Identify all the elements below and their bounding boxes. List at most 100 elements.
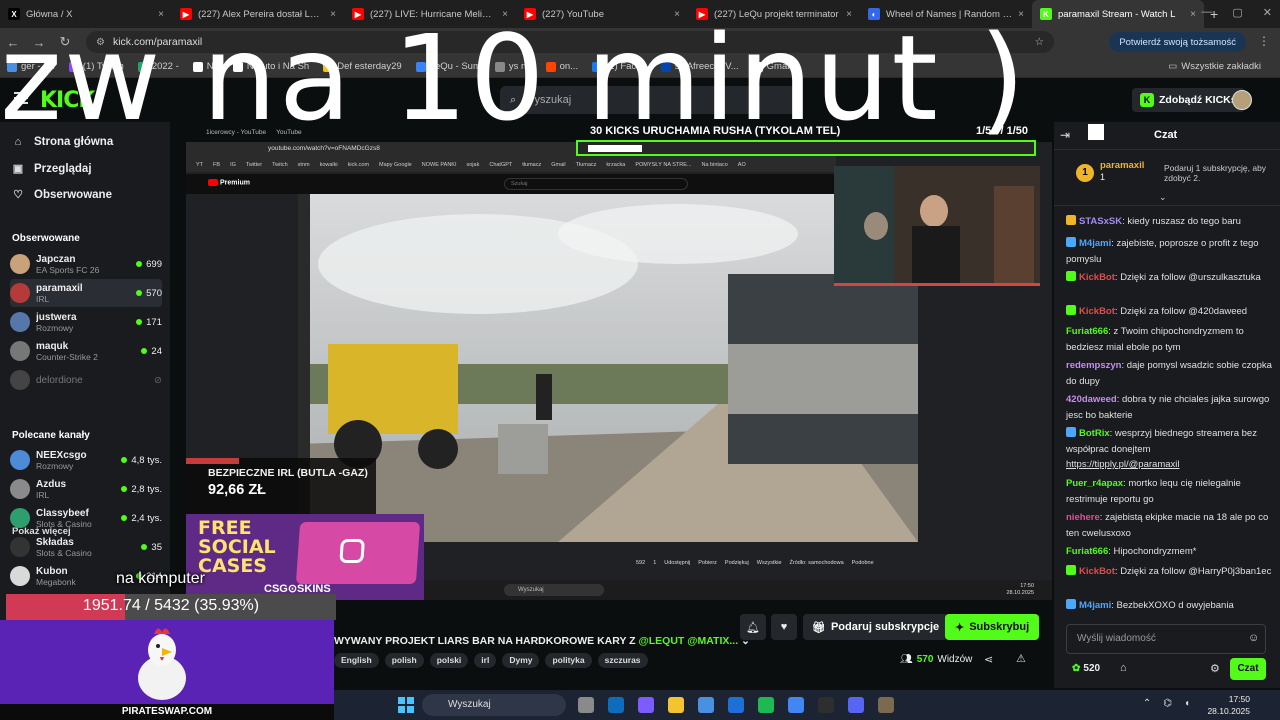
bookmark-item[interactable]: (1) Twitch [62, 61, 131, 72]
stream-tag[interactable]: szczuras [597, 653, 648, 668]
subscribe-button[interactable]: ✦ Subskrybuj [945, 614, 1040, 640]
sidebar-channel[interactable]: Azdus IRL 2,8 tys. [10, 475, 162, 503]
chat-username[interactable]: redempszyn [1066, 360, 1121, 371]
back-icon[interactable]: ← [0, 35, 26, 50]
sidebar-channel[interactable]: justwera Rozmowy 171 [10, 308, 162, 336]
close-icon[interactable]: × [1190, 9, 1196, 20]
hamburger-menu-icon[interactable] [14, 92, 28, 104]
sidebar-channel[interactable]: maquk Counter-Strike 2 24 [10, 337, 162, 365]
taskbar-clock[interactable]: 17:50 28.10.2025 [1207, 693, 1250, 717]
close-icon[interactable]: × [846, 9, 852, 20]
sidebar-channel[interactable]: NEEXcsgo Rozmowy 4,8 tys. [10, 446, 162, 474]
chat-username[interactable]: niehere [1066, 512, 1100, 523]
taskbar-app-icon[interactable] [638, 697, 654, 713]
sidebar-channel[interactable]: Classybeef Slots & Casino 2,4 tys. [10, 504, 162, 532]
bookmark-item[interactable]: (1) Faceb [585, 61, 654, 72]
stream-tag[interactable]: polityka [545, 653, 592, 668]
reload-icon[interactable]: ↻ [52, 34, 78, 50]
taskbar-app-icon[interactable] [788, 697, 804, 713]
taskbar-app-icon[interactable] [608, 697, 624, 713]
taskbar-app-icon[interactable] [698, 697, 714, 713]
user-avatar[interactable] [1232, 90, 1252, 110]
sidebar-channel[interactable]: paramaxil IRL 570 [10, 279, 162, 307]
chat-username[interactable]: KickBot [1079, 566, 1115, 577]
bookmark-item[interactable]: s | AfreecaTV... [654, 61, 746, 72]
chat-username[interactable]: M4jami [1079, 238, 1111, 249]
browser-tab[interactable]: X Główna / X × [0, 0, 172, 28]
chevron-down-icon[interactable]: ⌄ [1159, 192, 1167, 203]
browser-tab[interactable]: Kparamaxil Stream - Watch L × [1032, 0, 1204, 28]
close-icon[interactable]: × [158, 9, 164, 20]
chat-username[interactable]: BotRix [1079, 428, 1110, 439]
chat-username[interactable]: Furiat666 [1066, 546, 1108, 557]
bookmark-item[interactable]: Na [186, 61, 226, 72]
nav-browse[interactable]: ▣ Przeglądaj [12, 162, 92, 176]
close-icon[interactable]: × [330, 9, 336, 20]
bookmark-item[interactable]: ger - Su [0, 61, 62, 72]
windows-start-icon[interactable] [398, 697, 414, 713]
stream-tag[interactable]: polish [384, 653, 424, 668]
bookmark-item[interactable]: on... [539, 61, 586, 72]
taskbar-app-icon[interactable] [848, 697, 864, 713]
follow-heart-button[interactable]: ♥ [771, 614, 797, 640]
forward-icon[interactable]: → [26, 35, 52, 50]
url-field[interactable]: ⚙ kick.com/paramaxil ☆ [86, 31, 1054, 53]
close-icon[interactable]: × [502, 9, 508, 20]
nav-following[interactable]: ♡ Obserwowane [12, 188, 112, 202]
kick-logo[interactable]: KICK [40, 88, 95, 113]
bookmark-item[interactable]: ys na [488, 61, 539, 72]
store-icon[interactable]: ⌂ [1120, 662, 1127, 674]
chat-username[interactable]: Puer_r4apax [1066, 478, 1123, 489]
chat-send-button[interactable]: Czat [1230, 658, 1266, 680]
chat-username[interactable]: KickBot [1079, 272, 1115, 283]
search-input[interactable]: ⌕ Wyszukaj [500, 86, 800, 114]
stream-tag[interactable]: English [334, 653, 379, 668]
chevron-up-icon[interactable]: ⌃ [1143, 698, 1151, 709]
bookmark-star-icon[interactable]: ☆ [1035, 36, 1044, 48]
bookmark-item[interactable]: 2022 - [131, 61, 186, 72]
stream-tag[interactable]: polski [429, 653, 469, 668]
chat-username[interactable]: M4jami [1079, 600, 1111, 610]
chat-username[interactable]: 420daweed [1066, 394, 1117, 405]
chat-username[interactable]: KickBot [1079, 306, 1115, 317]
taskbar-app-icon[interactable] [818, 697, 834, 713]
bookmark-item[interactable]: Naruto i Na Sh [226, 61, 316, 72]
stream-title-mention[interactable]: @MATIX... [687, 635, 738, 647]
window-control-icon[interactable]: — [1201, 6, 1212, 19]
stream-title-mention[interactable]: @LEQUT [639, 635, 685, 647]
browser-tab[interactable]: ▶ (227) YouTube × [516, 0, 688, 28]
window-control-icon[interactable]: ✕ [1263, 6, 1272, 19]
chat-link[interactable]: https://tipply.pl/@paramaxil [1066, 459, 1180, 470]
network-icon[interactable]: ⌬ [1163, 698, 1172, 709]
get-kicks-button[interactable]: K Zdobądź KICKs [1132, 88, 1245, 112]
bookmark-item[interactable]: Gmail [746, 61, 799, 72]
pinned-user[interactable]: paramaxil [1100, 160, 1144, 171]
taskbar-app-icon[interactable] [758, 697, 774, 713]
emoji-icon[interactable]: ☺ [1248, 632, 1259, 644]
site-info-icon[interactable]: ⚙ [96, 37, 105, 48]
channel-points[interactable]: ✿ 520 [1072, 663, 1100, 674]
chat-input[interactable]: Wyślij wiadomość [1066, 624, 1266, 654]
window-control-icon[interactable]: ▢ [1232, 6, 1242, 19]
sidebar-channel[interactable]: delordione ⊘ [10, 366, 162, 394]
close-icon[interactable]: × [1018, 9, 1024, 20]
chat-username[interactable]: STASxSK [1079, 216, 1122, 227]
gift-sub-button[interactable]: 🎁︎ Podaruj subskrypcje [803, 614, 949, 640]
sidebar-channel[interactable]: Składas Slots & Casino 35 [10, 533, 162, 561]
taskbar-search[interactable]: Wyszukaj [422, 694, 566, 716]
taskbar-app-icon[interactable] [668, 697, 684, 713]
browser-tab[interactable]: ◐ Wheel of Names | Random nam × [860, 0, 1032, 28]
browser-tab[interactable]: ▶ (227) LeQu projekt terminator × [688, 0, 860, 28]
taskbar-app-icon[interactable] [578, 697, 594, 713]
report-icon[interactable]: ⚠ [1016, 652, 1026, 665]
chevron-down-icon[interactable]: ⌄ [741, 635, 750, 647]
all-bookmarks[interactable]: ▭ Wszystkie zakładki [1161, 61, 1268, 72]
stream-tag[interactable]: irl [474, 653, 497, 668]
browser-tab[interactable]: ▶ (227) Alex Pereira dostał LEKCJĘ × [172, 0, 344, 28]
gear-icon[interactable]: ⚙ [1210, 662, 1220, 675]
nav-home[interactable]: ⌂ Strona główna [12, 136, 114, 148]
bookmark-item[interactable]: Def esterday29 [316, 61, 408, 72]
bookmark-item[interactable]: LeQu - Sum [409, 61, 488, 72]
chat-username[interactable]: Furiat666 [1066, 326, 1108, 337]
share-icon[interactable]: ⋖ [984, 653, 993, 666]
